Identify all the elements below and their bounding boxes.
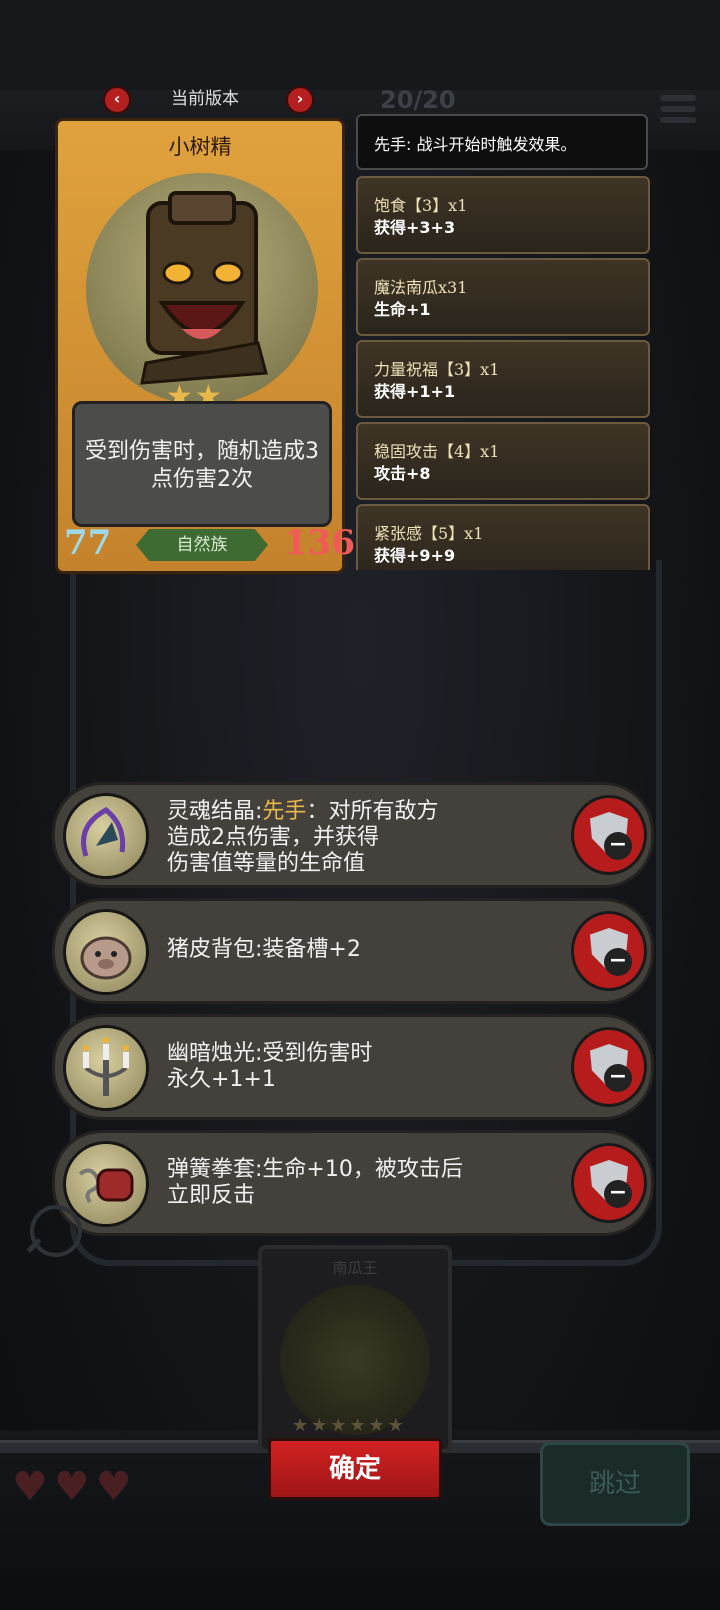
equipment-description: 弹簧拳套:生命+10，被攻击后 立即反击 [167,1157,537,1209]
mini-card-name: 南瓜王 [332,1259,378,1277]
remove-equipment-button[interactable]: − [571,1027,647,1107]
chevron-right-icon: › [296,89,304,108]
version-label: 当前版本 [171,89,239,108]
hud-counter: 20/20 [380,86,456,114]
race-badge: 自然族 [136,529,268,561]
equipment-name: 弹簧拳套:生命+10，被攻击后 [167,1157,463,1182]
effect-header: 先手: 战斗开始时触发效果。 [356,114,648,170]
effect-title: 力量祝福【3】x1 [374,360,500,379]
card-description: 受到伤害时，随机造成3点伤害2次 [85,439,319,492]
chevron-left-icon: ‹ [113,89,121,108]
effect-item: 魔法南瓜x31 生命+1 [356,258,650,336]
pumpkin-king-card[interactable]: 南瓜王 ★★★★★★ [258,1245,452,1453]
skip-button[interactable]: 跳过 [540,1442,690,1526]
effect-value: 获得+3+3 [374,218,456,237]
remove-equipment-button[interactable]: − [571,795,647,875]
equipment-row-soul-crystal: 灵魂结晶:先手：对所有敌方 造成2点伤害，并获得 伤害值等量的生命值 − [52,782,654,888]
equipment-text: 永久+1+1 [167,1067,276,1092]
equipment-text: 立即反击 [167,1183,256,1208]
minus-icon: − [604,1180,632,1208]
effect-item: 紧张感【5】x1 获得+9+9 [356,504,650,570]
effect-item: 稳固攻击【4】x1 攻击+8 [356,422,650,500]
equipment-name: 灵魂结晶: [167,799,263,824]
minus-icon: − [604,1064,632,1092]
menu-icon[interactable] [660,95,696,125]
effect-item: 力量祝福【3】x1 获得+1+1 [356,340,650,418]
remove-equipment-button[interactable]: − [571,911,647,991]
search-icon[interactable] [26,1205,82,1257]
lives-hearts-icon: ♥♥♥ [12,1464,138,1510]
treant-portrait-icon [86,173,318,405]
equipment-text: 伤害值等量的生命值 [167,851,366,876]
candelabra-icon [63,1025,149,1111]
health-value: 136 [284,523,355,563]
next-version-button[interactable]: › [286,86,314,114]
equipment-text: ：对所有敌方 [306,799,439,824]
prev-version-button[interactable]: ‹ [103,86,131,114]
minus-icon: − [604,832,632,860]
effect-value: 获得+1+1 [374,382,456,401]
remove-equipment-button[interactable]: − [571,1143,647,1223]
minus-icon: − [604,948,632,976]
equipment-row-spring-glove: 弹簧拳套:生命+10，被攻击后 立即反击 − [52,1130,654,1236]
effect-title: 饱食【3】x1 [374,196,468,215]
pig-backpack-icon [63,909,149,995]
soul-crystal-icon [63,793,149,879]
equipment-name: 猪皮背包:装备槽+2 [167,937,361,962]
effect-header-text: 先手: 战斗开始时触发效果。 [374,135,577,154]
card-frame: 小树精 ★★ 受到伤害时，随机造成3点伤害2次 77 自然族 136 [55,118,355,574]
effect-value: 攻击+8 [374,464,431,483]
equipment-name: 幽暗烛光:受到伤害时 [167,1041,373,1066]
card-name: 小树精 [168,135,232,159]
equipment-row-pig-backpack: 猪皮背包:装备槽+2 − [52,898,654,1004]
equipment-description: 灵魂结晶:先手：对所有敌方 造成2点伤害，并获得 伤害值等量的生命值 [167,799,537,877]
effect-value: 获得+9+9 [374,546,456,565]
mini-card-stars: ★★★★★★ [292,1415,407,1436]
effect-title: 魔法南瓜x31 [374,278,468,297]
effect-value: 生命+1 [374,300,431,319]
keyword-first-strike: 先手 [262,799,307,824]
confirm-button[interactable]: 确定 [268,1438,442,1500]
attack-value: 77 [64,523,112,563]
effect-title: 稳固攻击【4】x1 [374,442,500,461]
effects-panel[interactable]: 先手: 战斗开始时触发效果。 饱食【3】x1 获得+3+3 魔法南瓜x31 生命… [356,112,652,570]
equipment-row-candelabra: 幽暗烛光:受到伤害时 永久+1+1 − [52,1014,654,1120]
effect-title: 紧张感【5】x1 [374,524,484,543]
effect-item: 饱食【3】x1 获得+3+3 [356,176,650,254]
equipment-description: 幽暗烛光:受到伤害时 永久+1+1 [167,1041,537,1093]
equipment-description: 猪皮背包:装备槽+2 [167,937,537,963]
pumpkin-king-portrait-icon [280,1285,430,1435]
equipment-text: 造成2点伤害，并获得 [167,825,379,850]
character-card: 小树精 ★★ 受到伤害时，随机造成3点伤害2次 77 自然族 136 [55,118,355,574]
card-description-box: 受到伤害时，随机造成3点伤害2次 [72,401,332,527]
